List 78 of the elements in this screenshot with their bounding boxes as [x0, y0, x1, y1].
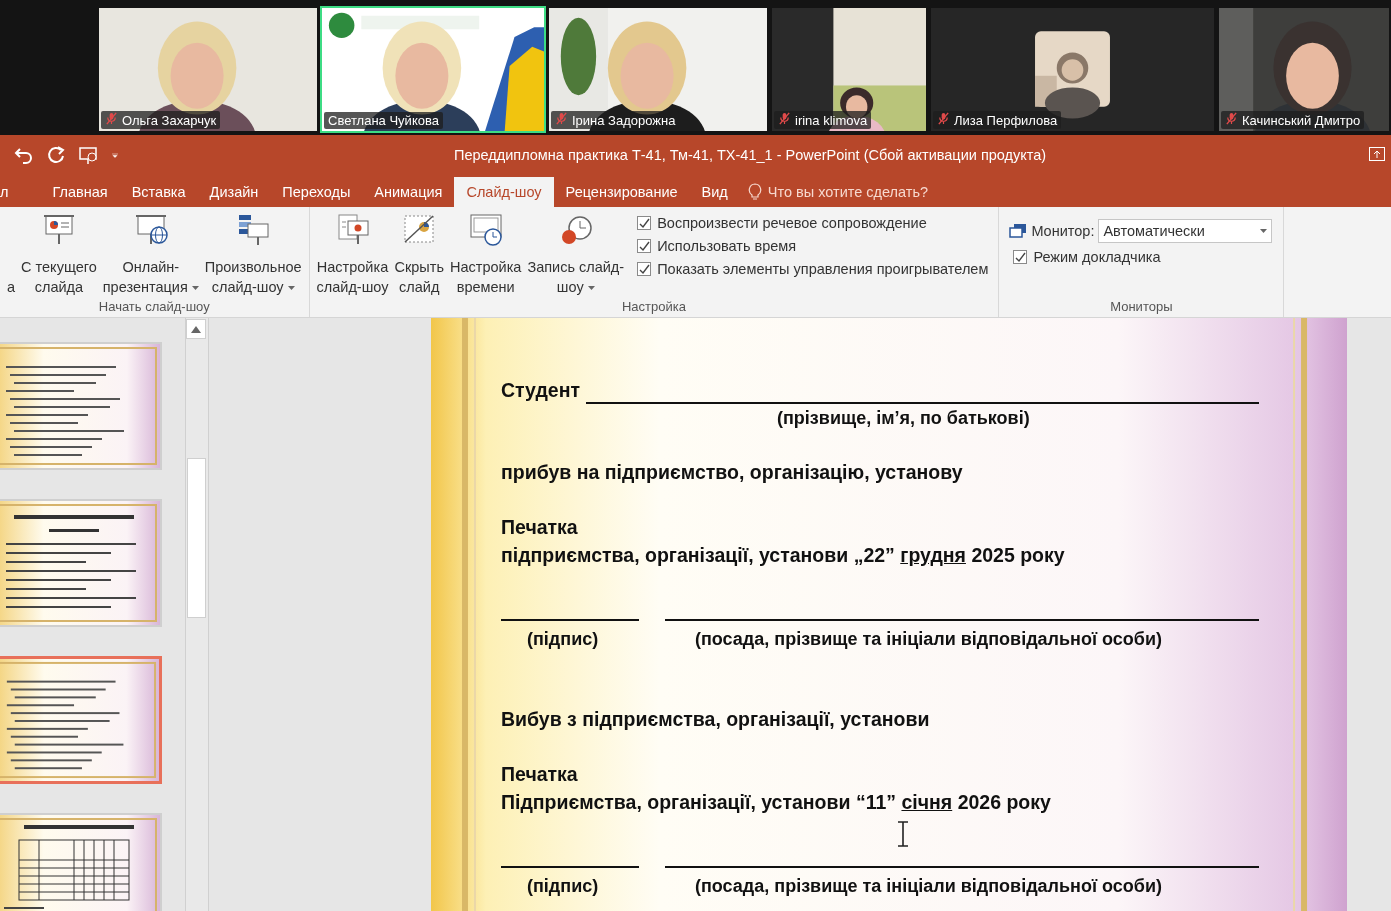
- slide-text: Печатка: [501, 516, 578, 538]
- video-tile[interactable]: Лиза Перфилова: [929, 6, 1216, 133]
- scroll-up-button[interactable]: [186, 319, 206, 339]
- projector-icon: [41, 213, 76, 246]
- slide-text: Вибув з підприємства, організації, установи: [501, 708, 930, 730]
- name-label: Светлана Чуйкова: [324, 112, 443, 129]
- scrollbar-thumb[interactable]: [187, 458, 206, 618]
- muted-microphone-icon: [555, 112, 568, 125]
- up-arrow-icon: [191, 325, 201, 333]
- text-cursor-icon: [896, 821, 910, 847]
- name-label: Качинський Дмитро: [1221, 111, 1365, 129]
- globe-icon: [133, 213, 168, 246]
- signature-caption: (посада, прізвище та ініціали відповідальної особи): [695, 629, 1162, 649]
- monitor-label: Монитор:: [1031, 223, 1095, 239]
- ribbon-tab[interactable]: Вид: [689, 177, 740, 207]
- redo-icon[interactable]: [46, 145, 66, 165]
- ribbon-tab[interactable]: Рецензирование: [553, 177, 690, 207]
- ribbon-button[interactable]: Онлайн- презентация: [99, 211, 202, 299]
- ribbon-tab[interactable]: Слайд-шоу: [454, 177, 554, 207]
- checkbox[interactable]: [637, 216, 652, 230]
- video-tile[interactable]: Ольга Захарчук: [97, 6, 319, 133]
- slide-text: прибув на підприємство, організацію, установу: [501, 461, 963, 483]
- checkbox[interactable]: [637, 239, 652, 253]
- group-label: Мониторы: [1109, 299, 1174, 316]
- slide-thumbnail[interactable]: [0, 813, 162, 911]
- ribbon-button[interactable]: Скрыть слайд: [391, 211, 447, 299]
- ribbon-button[interactable]: а: [4, 211, 19, 299]
- group-label: Начать слайд-шоу: [97, 299, 211, 316]
- slide-thumbnail[interactable]: [0, 656, 162, 784]
- muted-microphone-icon: [105, 112, 118, 125]
- group-label: Настройка: [620, 299, 687, 316]
- video-tile[interactable]: Ірина Задорожна: [547, 6, 769, 133]
- monitors-icon: [1009, 223, 1028, 239]
- ribbon-tab[interactable]: Главная: [40, 177, 120, 207]
- ribbon-tab[interactable]: Дизайн: [197, 177, 271, 207]
- name-label: Ольга Захарчук: [101, 111, 221, 129]
- tell-me-field[interactable]: Что вы хотите сделать?: [739, 177, 929, 207]
- name-label: irina klimova: [774, 111, 872, 129]
- ribbon-button[interactable]: Настройка слайд-шоу: [313, 211, 392, 299]
- field-label: Студент: [501, 378, 581, 403]
- video-tile[interactable]: irina klimova: [770, 6, 928, 133]
- slide-thumbnail[interactable]: [0, 499, 162, 627]
- checkbox[interactable]: [1013, 250, 1028, 264]
- lightbulb-icon: [747, 183, 762, 201]
- signature-caption: (підпис): [527, 629, 599, 649]
- ribbon-tab[interactable]: Вставка: [119, 177, 198, 207]
- monitor-dropdown[interactable]: Автоматически: [1098, 219, 1273, 243]
- muted-microphone-icon: [937, 112, 950, 125]
- signature-caption: (підпис): [527, 876, 599, 896]
- ribbon-button[interactable]: Настройка времени: [447, 211, 525, 299]
- ribbon-display-icon[interactable]: [1369, 147, 1385, 161]
- muted-microphone-icon: [1225, 112, 1238, 125]
- date-line: підприємства, організації, установи „22” грудня 2025 року: [501, 544, 1065, 566]
- date-line: Підприємства, організації, установи “11” січня 2026 року: [501, 791, 1051, 813]
- ribbon-button[interactable]: Запись слайд- шоу: [524, 211, 628, 299]
- slideshow-icon[interactable]: [78, 145, 98, 165]
- timing-icon: [468, 213, 503, 246]
- video-tile[interactable]: Качинський Дмитро: [1217, 6, 1391, 133]
- caret-icon: [1260, 229, 1268, 233]
- ribbon-tab[interactable]: Переходы: [270, 177, 363, 207]
- checkbox[interactable]: [637, 262, 652, 276]
- checkbox-label: Показать элементы управления проигрывателем: [657, 261, 989, 277]
- ribbon-tab[interactable]: Анимация: [362, 177, 455, 207]
- slide-text: Печатка: [501, 763, 578, 785]
- muted-microphone-icon: [778, 112, 791, 125]
- undo-icon[interactable]: [14, 145, 34, 165]
- window-title: Переддипломна практика Т-41, Тм-41, ТХ-41_1 - PowerPoint (Сбой активации продукта): [454, 147, 1047, 163]
- slide-thumbnail[interactable]: [0, 342, 162, 470]
- checkbox-label: Режим докладчика: [1033, 249, 1161, 265]
- checkbox-label: Воспроизвести речевое сопровождение: [657, 215, 927, 231]
- checkbox-label: Использовать время: [657, 238, 797, 254]
- ribbon-button[interactable]: С текущего слайда: [18, 211, 100, 299]
- name-label: Лиза Перфилова: [933, 111, 1062, 129]
- ribbon-tab[interactable]: л: [0, 177, 41, 207]
- signature-caption: (посада, прізвище та ініціали відповідальної особи): [695, 876, 1162, 896]
- video-tile[interactable]: Светлана Чуйкова: [320, 6, 546, 133]
- ribbon-button[interactable]: Произвольное слайд-шоу: [201, 211, 305, 299]
- field-caption: (прізвище, ім’я, по батькові): [777, 408, 1030, 428]
